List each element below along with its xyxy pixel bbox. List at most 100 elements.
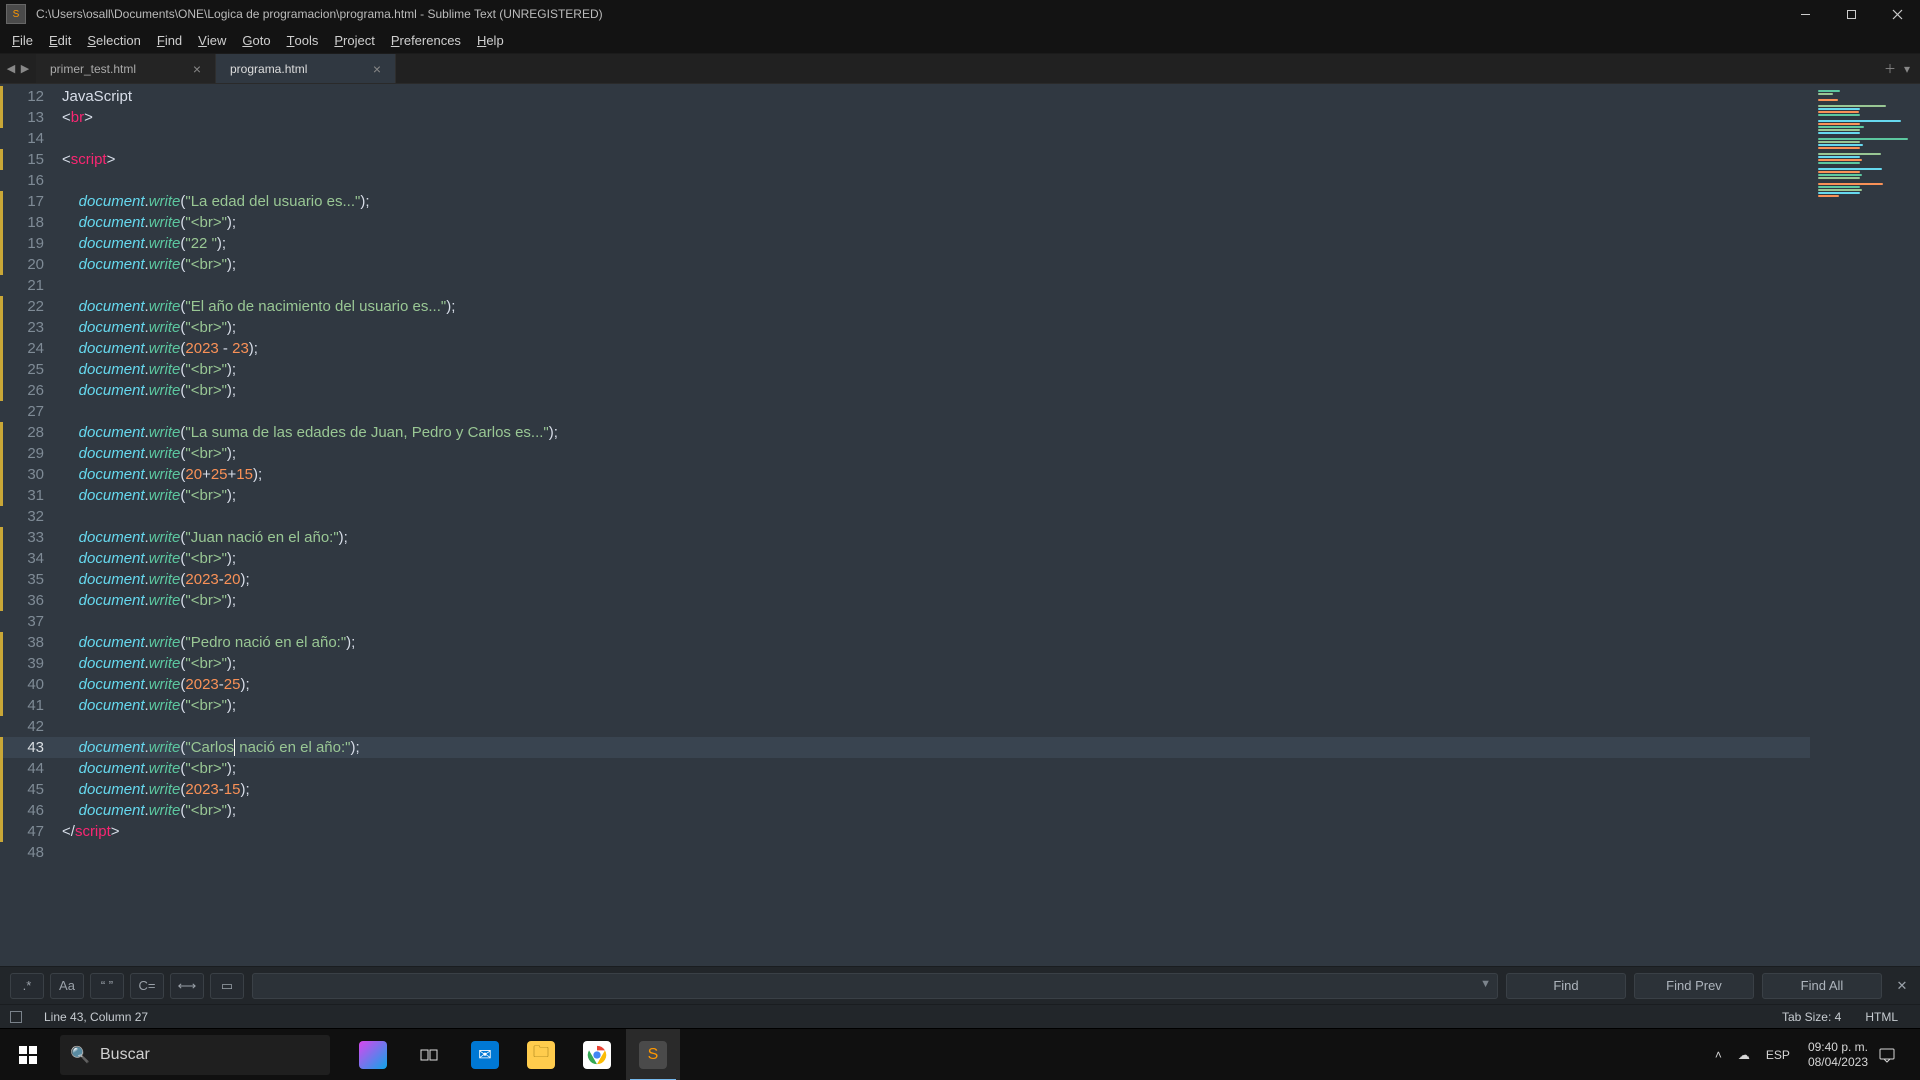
line-number[interactable]: 18 [0,212,62,233]
line-number[interactable]: 25 [0,359,62,380]
tab-programa-html[interactable]: programa.html× [216,54,396,83]
code-line[interactable]: document.write("<br>"); [62,359,1920,380]
menu-item-preferences[interactable]: Preferences [383,30,469,51]
code-line[interactable]: document.write("<br>"); [62,380,1920,401]
line-number[interactable]: 12 [0,86,62,107]
line-number[interactable]: 20 [0,254,62,275]
line-number[interactable]: 39 [0,653,62,674]
tray-overflow-icon[interactable]: ˄ [1707,1048,1730,1062]
code-line[interactable]: document.write("<br>"); [62,590,1920,611]
line-number[interactable]: 43 [0,737,62,758]
code-line[interactable]: document.write("<br>"); [62,653,1920,674]
line-number[interactable]: 46 [0,800,62,821]
find-option-0[interactable]: .* [10,973,44,999]
taskbar-app-sublime[interactable]: S [626,1029,680,1080]
code-line[interactable]: <script> [62,149,1920,170]
line-number[interactable]: 37 [0,611,62,632]
line-number[interactable]: 28 [0,422,62,443]
code-line[interactable]: </script> [62,821,1920,842]
clock[interactable]: 09:40 p. m. 08/04/2023 [1798,1040,1878,1070]
line-number[interactable]: 14 [0,128,62,149]
onedrive-icon[interactable]: ☁ [1730,1048,1758,1062]
minimize-button[interactable] [1782,0,1828,28]
line-number[interactable]: 15 [0,149,62,170]
code-line[interactable]: document.write(2023 - 23); [62,338,1920,359]
code-line[interactable] [62,401,1920,422]
code-line[interactable]: <br> [62,107,1920,128]
code-line[interactable]: document.write("<br>"); [62,443,1920,464]
line-number[interactable]: 32 [0,506,62,527]
code-line[interactable]: document.write("<br>"); [62,758,1920,779]
menu-item-tools[interactable]: Tools [279,30,327,51]
code-line[interactable]: document.write("Pedro nació en el año:")… [62,632,1920,653]
tab-back-button[interactable]: ◀ [4,62,18,75]
line-number[interactable]: 41 [0,695,62,716]
taskbar-app-mail[interactable]: ✉ [458,1029,512,1080]
menu-item-project[interactable]: Project [326,30,382,51]
sidebar-toggle-icon[interactable] [10,1011,22,1023]
close-find-panel-button[interactable]: ✕ [1890,978,1914,994]
line-number[interactable]: 16 [0,170,62,191]
find-option-2[interactable]: “ ” [90,973,124,999]
line-number[interactable]: 24 [0,338,62,359]
code-line[interactable]: document.write(20+25+15); [62,464,1920,485]
notifications-button[interactable] [1878,1046,1914,1064]
code-line[interactable]: JavaScript [62,86,1920,107]
find-history-dropdown-icon[interactable]: ▼ [1480,978,1491,990]
line-number[interactable]: 36 [0,590,62,611]
keyboard-layout[interactable]: ESP [1758,1048,1798,1062]
code-line[interactable] [62,842,1920,863]
code-editor[interactable]: JavaScript<br> <script> document.write("L… [62,84,1920,966]
line-number[interactable]: 27 [0,401,62,422]
find-all-button[interactable]: Find All [1762,973,1882,999]
line-number[interactable]: 31 [0,485,62,506]
code-line[interactable]: document.write("La suma de las edades de… [62,422,1920,443]
find-option-3[interactable]: C= [130,973,164,999]
code-line[interactable]: document.write("<br>"); [62,317,1920,338]
line-number[interactable]: 44 [0,758,62,779]
close-button[interactable] [1874,0,1920,28]
line-number[interactable]: 40 [0,674,62,695]
code-line[interactable] [62,611,1920,632]
line-number[interactable]: 45 [0,779,62,800]
line-number[interactable]: 30 [0,464,62,485]
start-button[interactable] [0,1029,56,1080]
code-line[interactable]: document.write("La edad del usuario es..… [62,191,1920,212]
code-line[interactable]: document.write("Carlos nació en el año:"… [62,737,1920,758]
menu-item-view[interactable]: View [190,30,234,51]
code-line[interactable] [62,716,1920,737]
menu-item-goto[interactable]: Goto [234,30,278,51]
find-option-4[interactable]: ⟷ [170,973,204,999]
code-line[interactable]: document.write("<br>"); [62,548,1920,569]
taskbar-app-explorer[interactable]: 🗀 [514,1029,568,1080]
code-line[interactable] [62,170,1920,191]
line-number[interactable]: 34 [0,548,62,569]
code-line[interactable] [62,275,1920,296]
menu-item-file[interactable]: File [4,30,41,51]
line-number[interactable]: 26 [0,380,62,401]
line-number[interactable]: 38 [0,632,62,653]
code-line[interactable]: document.write("<br>"); [62,254,1920,275]
tab-overflow-button[interactable]: ▾ [1900,62,1914,76]
line-number[interactable]: 23 [0,317,62,338]
line-number[interactable]: 35 [0,569,62,590]
cursor-position[interactable]: Line 43, Column 27 [32,1010,160,1024]
line-number[interactable]: 22 [0,296,62,317]
code-line[interactable]: document.write("<br>"); [62,800,1920,821]
tab-close-icon[interactable]: × [193,61,201,77]
tab-forward-button[interactable]: ▶ [18,62,32,75]
title-bar[interactable]: S C:\Users\osall\Documents\ONE\Logica de… [0,0,1920,28]
code-line[interactable]: document.write("<br>"); [62,485,1920,506]
line-number[interactable]: 29 [0,443,62,464]
code-line[interactable]: document.write("<br>"); [62,212,1920,233]
code-line[interactable]: document.write(2023-15); [62,779,1920,800]
find-option-5[interactable]: ▭ [210,973,244,999]
find-option-1[interactable]: Aa [50,973,84,999]
find-prev-button[interactable]: Find Prev [1634,973,1754,999]
menu-item-edit[interactable]: Edit [41,30,79,51]
syntax-selector[interactable]: HTML [1853,1010,1910,1024]
find-input[interactable]: ▼ [252,973,1498,999]
code-line[interactable]: document.write(2023-20); [62,569,1920,590]
menu-item-find[interactable]: Find [149,30,190,51]
line-number[interactable]: 19 [0,233,62,254]
